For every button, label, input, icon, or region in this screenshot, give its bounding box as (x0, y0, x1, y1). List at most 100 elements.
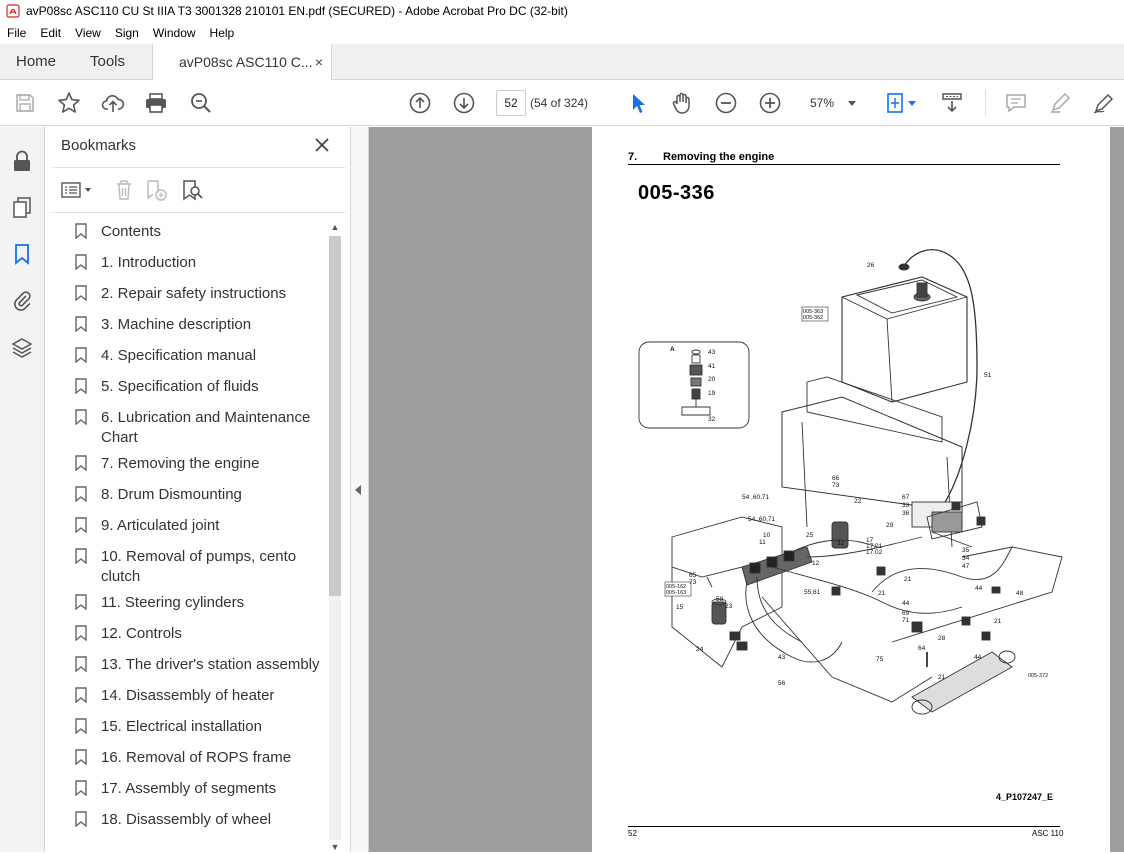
previous-page-icon[interactable] (408, 91, 432, 115)
bookmark-item[interactable]: 8. Drum Dismounting (75, 485, 325, 505)
comment-icon[interactable] (1004, 91, 1028, 115)
bookmark-item[interactable]: 15. Electrical installation (75, 717, 325, 737)
menu-window[interactable]: Window (146, 26, 203, 40)
hand-tool-icon[interactable] (670, 91, 694, 115)
star-icon[interactable] (57, 91, 81, 115)
menu-help[interactable]: Help (203, 26, 242, 40)
tab-document[interactable]: avP08sc ASC110 C... × (152, 44, 332, 80)
svg-text:67: 67 (902, 494, 910, 501)
svg-text:11: 11 (759, 539, 766, 546)
bookmark-label: Contents (101, 223, 162, 240)
bookmark-item[interactable]: 16. Removal of ROPS frame (75, 748, 325, 768)
zoom-search-icon[interactable] (189, 91, 213, 115)
zoom-in-icon[interactable] (758, 91, 782, 115)
bookmark-label: 11. Steering cylinders (101, 594, 245, 611)
tab-bar: Home Tools avP08sc ASC110 C... × (0, 44, 1124, 80)
bookmark-item[interactable]: 17. Assembly of segments (75, 779, 325, 799)
bookmarks-panel: Bookmarks Contents 1. Introduction 2. Re… (45, 127, 351, 852)
bookmark-icon (75, 548, 87, 564)
document-view[interactable]: 7. Removing the engine 005-336 A 43 41 2… (369, 127, 1124, 852)
bookmark-label: 17. Assembly of segments (101, 780, 277, 797)
svg-text:19: 19 (708, 390, 716, 397)
menu-bar: File Edit View Sign Window Help (0, 22, 1124, 44)
zoom-dropdown[interactable]: 57% (800, 90, 864, 116)
bookmark-item[interactable]: 10. Removal of pumps, cento clutch (75, 547, 325, 587)
left-navigation-rail (0, 127, 45, 852)
svg-text:34: 34 (962, 555, 970, 562)
next-page-icon[interactable] (452, 91, 476, 115)
bookmark-label: 1. Introduction (101, 254, 197, 271)
bookmark-item[interactable]: 5. Specification of fluids (75, 377, 325, 397)
find-bookmark-icon[interactable] (181, 178, 205, 202)
bookmark-icon (75, 811, 87, 827)
bookmarks-scrollbar[interactable]: ▲ ▼ (328, 222, 342, 854)
bookmark-item[interactable]: 9. Articulated joint (75, 516, 325, 536)
section-title: Removing the engine (663, 151, 775, 163)
bookmark-item[interactable]: 12. Controls (75, 624, 325, 644)
scroll-mode-icon[interactable] (940, 91, 964, 115)
scroll-down-icon[interactable]: ▼ (330, 842, 340, 852)
scroll-up-icon[interactable]: ▲ (330, 222, 340, 232)
bookmark-icon (75, 285, 87, 301)
tab-tools[interactable]: Tools (74, 44, 152, 79)
svg-text:10: 10 (763, 532, 771, 539)
bookmark-item[interactable]: 6. Lubrication and Maintenance Chart (75, 408, 325, 448)
bookmark-item[interactable]: 3. Machine description (75, 315, 325, 335)
bookmark-label: 2. Repair safety instructions (101, 285, 287, 302)
bookmark-item[interactable]: 7. Removing the engine (75, 454, 325, 474)
layers-icon[interactable] (10, 335, 34, 359)
engine-removal-diagram: A 43 41 20 19 32 005-363 005-362 005-162… (638, 249, 1063, 715)
footer-page-number: 52 (628, 829, 637, 838)
bookmark-item[interactable]: 1. Introduction (75, 253, 325, 273)
bookmark-label: 5. Specification of fluids (101, 378, 259, 395)
chevron-down-icon (848, 100, 856, 106)
svg-text:32: 32 (708, 416, 716, 423)
scroll-thumb[interactable] (329, 236, 341, 596)
fit-page-icon[interactable] (885, 91, 919, 115)
bookmark-item[interactable]: Contents (75, 222, 325, 242)
tab-close-icon[interactable]: × (315, 54, 323, 70)
collapse-panel-icon[interactable] (355, 485, 361, 495)
bookmark-item[interactable]: 11. Steering cylinders (75, 593, 325, 613)
window-title: avP08sc ASC110 CU St IIIA T3 3001328 210… (26, 4, 568, 18)
zoom-out-icon[interactable] (714, 91, 738, 115)
bookmarks-panel-icon[interactable] (10, 242, 34, 266)
svg-text:71: 71 (902, 617, 910, 624)
bookmark-icon (75, 378, 87, 394)
upload-cloud-icon[interactable] (101, 91, 125, 115)
lock-icon[interactable] (10, 149, 34, 173)
highlight-pen-icon[interactable] (1048, 91, 1072, 115)
menu-sign[interactable]: Sign (108, 26, 146, 40)
bookmark-item[interactable]: 14. Disassembly of heater (75, 686, 325, 706)
new-bookmark-icon[interactable] (145, 178, 169, 202)
tab-home[interactable]: Home (0, 44, 74, 79)
sign-pen-icon[interactable] (1092, 91, 1116, 115)
bookmark-label: 8. Drum Dismounting (101, 486, 242, 503)
bookmark-label: 10. Removal of pumps, cento clutch (101, 548, 297, 585)
select-cursor-icon[interactable] (626, 91, 650, 115)
menu-file[interactable]: File (0, 26, 33, 40)
svg-text:17.02: 17.02 (866, 549, 883, 556)
bookmark-item[interactable]: 2. Repair safety instructions (75, 284, 325, 304)
print-icon[interactable] (144, 91, 168, 115)
bookmark-options-icon[interactable] (61, 178, 95, 202)
menu-edit[interactable]: Edit (33, 26, 68, 40)
svg-text:43: 43 (778, 654, 786, 661)
bookmark-label: 12. Controls (101, 625, 182, 642)
svg-text:28: 28 (938, 635, 946, 642)
menu-view[interactable]: View (68, 26, 108, 40)
attachment-icon[interactable] (10, 288, 34, 312)
svg-text:55,61: 55,61 (804, 589, 821, 596)
bookmark-label: 9. Articulated joint (101, 517, 220, 534)
svg-text:21: 21 (878, 590, 886, 597)
close-panel-icon[interactable] (313, 136, 331, 154)
bookmark-item[interactable]: 13. The driver's station assembly (75, 655, 325, 675)
bookmark-item[interactable]: 18. Disassembly of wheel (75, 810, 325, 830)
page-number-input[interactable]: 52 (496, 90, 526, 116)
bookmark-item[interactable]: 4. Specification manual (75, 346, 325, 366)
bookmark-label: 18. Disassembly of wheel (101, 811, 272, 828)
page-thumbnails-icon[interactable] (10, 195, 34, 219)
panel-splitter[interactable] (351, 127, 369, 852)
delete-bookmark-icon[interactable] (115, 178, 133, 202)
save-icon[interactable] (13, 91, 37, 115)
